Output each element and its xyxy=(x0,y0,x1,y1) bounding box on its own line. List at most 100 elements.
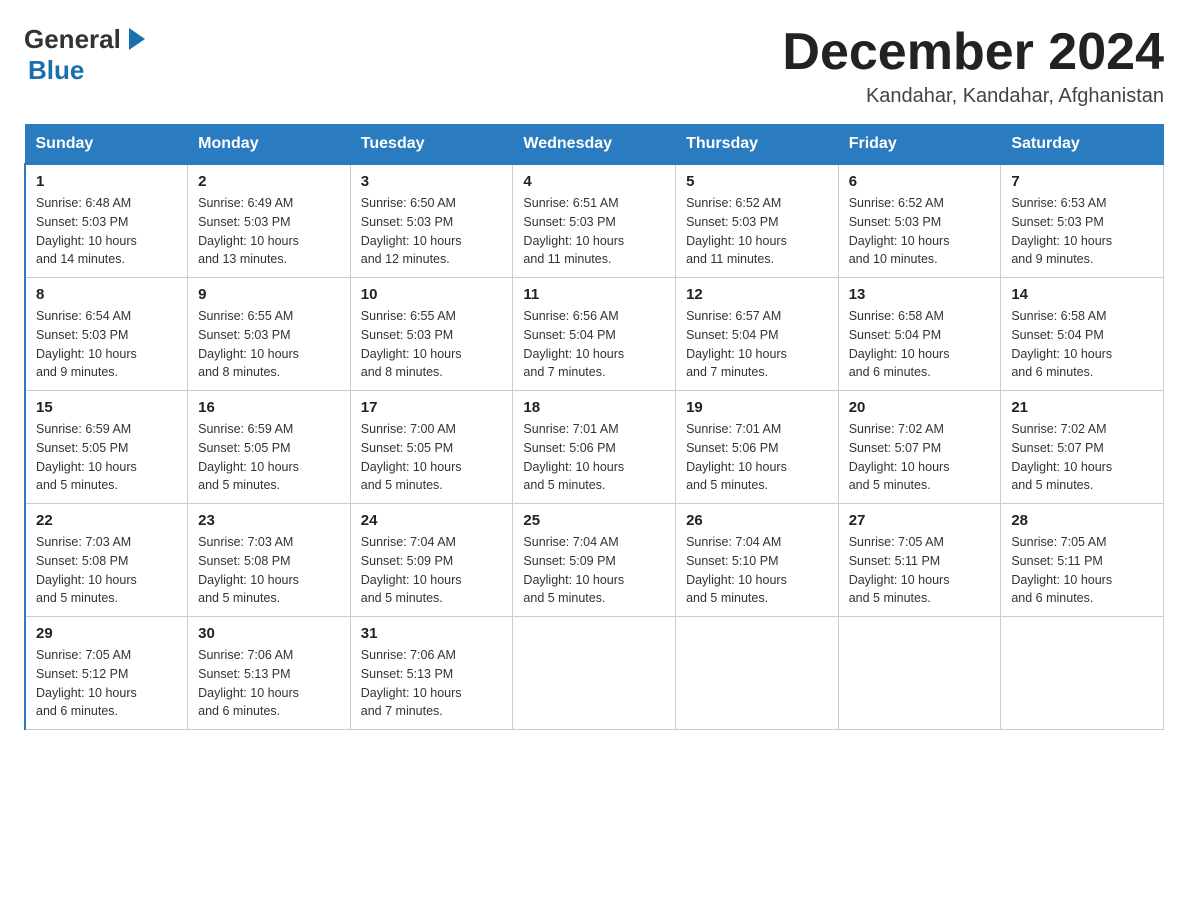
day-info: Sunrise: 7:02 AMSunset: 5:07 PMDaylight:… xyxy=(1011,422,1112,492)
day-info: Sunrise: 7:00 AMSunset: 5:05 PMDaylight:… xyxy=(361,422,462,492)
day-info: Sunrise: 7:05 AMSunset: 5:12 PMDaylight:… xyxy=(36,648,137,718)
calendar-row: 15 Sunrise: 6:59 AMSunset: 5:05 PMDaylig… xyxy=(25,391,1164,504)
calendar-cell: 18 Sunrise: 7:01 AMSunset: 5:06 PMDaylig… xyxy=(513,391,676,504)
day-number: 6 xyxy=(849,173,991,190)
calendar-cell: 20 Sunrise: 7:02 AMSunset: 5:07 PMDaylig… xyxy=(838,391,1001,504)
logo-arrow-icon xyxy=(123,24,151,54)
day-info: Sunrise: 7:04 AMSunset: 5:10 PMDaylight:… xyxy=(686,535,787,605)
day-info: Sunrise: 6:51 AMSunset: 5:03 PMDaylight:… xyxy=(523,196,624,266)
day-info: Sunrise: 6:55 AMSunset: 5:03 PMDaylight:… xyxy=(361,309,462,379)
calendar-cell: 13 Sunrise: 6:58 AMSunset: 5:04 PMDaylig… xyxy=(838,278,1001,391)
calendar-row: 29 Sunrise: 7:05 AMSunset: 5:12 PMDaylig… xyxy=(25,617,1164,730)
calendar-cell xyxy=(1001,617,1164,730)
day-info: Sunrise: 7:03 AMSunset: 5:08 PMDaylight:… xyxy=(198,535,299,605)
day-number: 25 xyxy=(523,512,665,529)
day-number: 5 xyxy=(686,173,828,190)
calendar-cell: 29 Sunrise: 7:05 AMSunset: 5:12 PMDaylig… xyxy=(25,617,188,730)
header-row: Sunday Monday Tuesday Wednesday Thursday… xyxy=(25,125,1164,165)
calendar-cell xyxy=(838,617,1001,730)
day-info: Sunrise: 6:52 AMSunset: 5:03 PMDaylight:… xyxy=(849,196,950,266)
col-wednesday: Wednesday xyxy=(513,125,676,165)
logo-block: General Blue xyxy=(24,24,151,86)
day-info: Sunrise: 7:04 AMSunset: 5:09 PMDaylight:… xyxy=(523,535,624,605)
day-info: Sunrise: 6:59 AMSunset: 5:05 PMDaylight:… xyxy=(198,422,299,492)
calendar-cell: 15 Sunrise: 6:59 AMSunset: 5:05 PMDaylig… xyxy=(25,391,188,504)
day-number: 24 xyxy=(361,512,503,529)
calendar-cell: 21 Sunrise: 7:02 AMSunset: 5:07 PMDaylig… xyxy=(1001,391,1164,504)
day-number: 7 xyxy=(1011,173,1153,190)
month-title: December 2024 xyxy=(782,24,1164,81)
col-tuesday: Tuesday xyxy=(350,125,513,165)
calendar-cell: 5 Sunrise: 6:52 AMSunset: 5:03 PMDayligh… xyxy=(676,164,839,278)
day-number: 31 xyxy=(361,625,503,642)
calendar-cell: 2 Sunrise: 6:49 AMSunset: 5:03 PMDayligh… xyxy=(188,164,351,278)
day-info: Sunrise: 6:53 AMSunset: 5:03 PMDaylight:… xyxy=(1011,196,1112,266)
title-block: December 2024 Kandahar, Kandahar, Afghan… xyxy=(782,24,1164,108)
day-number: 27 xyxy=(849,512,991,529)
day-number: 8 xyxy=(36,286,177,303)
calendar-cell: 1 Sunrise: 6:48 AMSunset: 5:03 PMDayligh… xyxy=(25,164,188,278)
day-number: 15 xyxy=(36,399,177,416)
calendar-cell: 10 Sunrise: 6:55 AMSunset: 5:03 PMDaylig… xyxy=(350,278,513,391)
calendar-cell: 8 Sunrise: 6:54 AMSunset: 5:03 PMDayligh… xyxy=(25,278,188,391)
page-header: General Blue December 2024 Kandahar, Kan… xyxy=(24,24,1164,108)
day-info: Sunrise: 6:58 AMSunset: 5:04 PMDaylight:… xyxy=(1011,309,1112,379)
day-info: Sunrise: 6:59 AMSunset: 5:05 PMDaylight:… xyxy=(36,422,137,492)
logo-blue: Blue xyxy=(28,55,84,85)
day-info: Sunrise: 6:56 AMSunset: 5:04 PMDaylight:… xyxy=(523,309,624,379)
calendar-cell: 19 Sunrise: 7:01 AMSunset: 5:06 PMDaylig… xyxy=(676,391,839,504)
calendar-row: 8 Sunrise: 6:54 AMSunset: 5:03 PMDayligh… xyxy=(25,278,1164,391)
day-number: 2 xyxy=(198,173,340,190)
day-info: Sunrise: 7:05 AMSunset: 5:11 PMDaylight:… xyxy=(849,535,950,605)
day-info: Sunrise: 7:01 AMSunset: 5:06 PMDaylight:… xyxy=(686,422,787,492)
day-info: Sunrise: 6:48 AMSunset: 5:03 PMDaylight:… xyxy=(36,196,137,266)
calendar-cell: 9 Sunrise: 6:55 AMSunset: 5:03 PMDayligh… xyxy=(188,278,351,391)
day-info: Sunrise: 7:06 AMSunset: 5:13 PMDaylight:… xyxy=(361,648,462,718)
calendar-cell: 11 Sunrise: 6:56 AMSunset: 5:04 PMDaylig… xyxy=(513,278,676,391)
day-number: 16 xyxy=(198,399,340,416)
calendar-cell: 7 Sunrise: 6:53 AMSunset: 5:03 PMDayligh… xyxy=(1001,164,1164,278)
calendar-table: Sunday Monday Tuesday Wednesday Thursday… xyxy=(24,124,1164,730)
logo: General Blue xyxy=(24,24,151,86)
day-number: 11 xyxy=(523,286,665,303)
col-monday: Monday xyxy=(188,125,351,165)
day-number: 13 xyxy=(849,286,991,303)
day-info: Sunrise: 7:04 AMSunset: 5:09 PMDaylight:… xyxy=(361,535,462,605)
day-number: 22 xyxy=(36,512,177,529)
calendar-cell xyxy=(676,617,839,730)
day-number: 20 xyxy=(849,399,991,416)
day-number: 4 xyxy=(523,173,665,190)
day-number: 3 xyxy=(361,173,503,190)
col-saturday: Saturday xyxy=(1001,125,1164,165)
calendar-row: 22 Sunrise: 7:03 AMSunset: 5:08 PMDaylig… xyxy=(25,504,1164,617)
calendar-cell: 14 Sunrise: 6:58 AMSunset: 5:04 PMDaylig… xyxy=(1001,278,1164,391)
calendar-cell: 22 Sunrise: 7:03 AMSunset: 5:08 PMDaylig… xyxy=(25,504,188,617)
col-friday: Friday xyxy=(838,125,1001,165)
calendar-cell: 28 Sunrise: 7:05 AMSunset: 5:11 PMDaylig… xyxy=(1001,504,1164,617)
location-subtitle: Kandahar, Kandahar, Afghanistan xyxy=(782,85,1164,108)
calendar-cell: 17 Sunrise: 7:00 AMSunset: 5:05 PMDaylig… xyxy=(350,391,513,504)
day-info: Sunrise: 7:06 AMSunset: 5:13 PMDaylight:… xyxy=(198,648,299,718)
day-number: 30 xyxy=(198,625,340,642)
day-number: 12 xyxy=(686,286,828,303)
calendar-cell: 26 Sunrise: 7:04 AMSunset: 5:10 PMDaylig… xyxy=(676,504,839,617)
calendar-cell: 12 Sunrise: 6:57 AMSunset: 5:04 PMDaylig… xyxy=(676,278,839,391)
day-number: 26 xyxy=(686,512,828,529)
calendar-cell: 30 Sunrise: 7:06 AMSunset: 5:13 PMDaylig… xyxy=(188,617,351,730)
day-number: 23 xyxy=(198,512,340,529)
day-info: Sunrise: 7:03 AMSunset: 5:08 PMDaylight:… xyxy=(36,535,137,605)
col-sunday: Sunday xyxy=(25,125,188,165)
day-number: 17 xyxy=(361,399,503,416)
calendar-cell: 27 Sunrise: 7:05 AMSunset: 5:11 PMDaylig… xyxy=(838,504,1001,617)
day-info: Sunrise: 6:58 AMSunset: 5:04 PMDaylight:… xyxy=(849,309,950,379)
day-number: 21 xyxy=(1011,399,1153,416)
day-number: 10 xyxy=(361,286,503,303)
day-number: 14 xyxy=(1011,286,1153,303)
calendar-cell xyxy=(513,617,676,730)
calendar-cell: 23 Sunrise: 7:03 AMSunset: 5:08 PMDaylig… xyxy=(188,504,351,617)
day-info: Sunrise: 6:54 AMSunset: 5:03 PMDaylight:… xyxy=(36,309,137,379)
calendar-cell: 25 Sunrise: 7:04 AMSunset: 5:09 PMDaylig… xyxy=(513,504,676,617)
day-info: Sunrise: 6:49 AMSunset: 5:03 PMDaylight:… xyxy=(198,196,299,266)
day-info: Sunrise: 7:01 AMSunset: 5:06 PMDaylight:… xyxy=(523,422,624,492)
calendar-cell: 31 Sunrise: 7:06 AMSunset: 5:13 PMDaylig… xyxy=(350,617,513,730)
